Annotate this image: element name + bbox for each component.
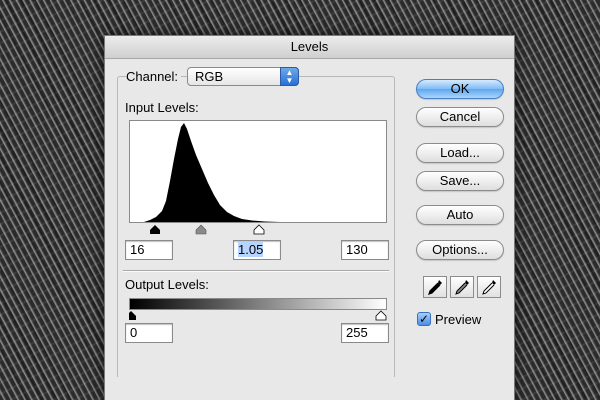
eyedropper-black-icon: [428, 280, 442, 295]
output-white-value: 255: [346, 325, 368, 340]
input-gamma-value: 1.05: [238, 242, 264, 257]
channel-label: Channel:: [126, 69, 182, 84]
histogram: [129, 120, 387, 223]
input-white-field[interactable]: 130: [341, 240, 389, 260]
preview-label: Preview: [435, 312, 482, 327]
white-eyedropper-button[interactable]: [477, 276, 501, 298]
eyedropper-gray-icon: [455, 280, 469, 295]
channel-select[interactable]: RGB ▲ ▼: [187, 67, 299, 86]
input-levels-label: Input Levels:: [125, 100, 199, 115]
cancel-button[interactable]: Cancel: [416, 107, 504, 127]
options-button[interactable]: Options...: [416, 240, 504, 260]
input-white-value: 130: [346, 242, 368, 257]
input-black-value: 16: [130, 242, 145, 257]
gray-eyedropper-button[interactable]: [450, 276, 474, 298]
black-eyedropper-button[interactable]: [423, 276, 447, 298]
checkmark-icon: ✓: [418, 312, 430, 326]
chevron-updown-icon: ▲ ▼: [280, 67, 299, 86]
auto-button[interactable]: Auto: [416, 205, 504, 225]
histogram-graph: [144, 123, 280, 222]
output-levels-label: Output Levels:: [125, 277, 209, 292]
output-gradient-bar: [129, 298, 387, 310]
eyedropper-white-icon: [482, 280, 496, 295]
ok-button[interactable]: OK: [416, 79, 504, 99]
input-gamma-field[interactable]: 1.05: [233, 240, 281, 260]
divider: [123, 270, 389, 272]
output-black-slider-handle: [129, 311, 136, 320]
preview-checkbox[interactable]: ✓: [417, 312, 431, 326]
output-levels-slider[interactable]: [129, 310, 387, 322]
save-button[interactable]: Save...: [416, 171, 504, 191]
output-black-field[interactable]: 0: [125, 323, 173, 343]
input-gamma-slider-handle: [195, 224, 207, 235]
output-white-field[interactable]: 255: [341, 323, 389, 343]
input-black-field[interactable]: 16: [125, 240, 173, 260]
load-button[interactable]: Load...: [416, 143, 504, 163]
output-white-slider-handle: [375, 310, 387, 321]
input-black-slider-handle: [150, 225, 160, 234]
input-levels-slider[interactable]: [129, 223, 387, 235]
output-black-value: 0: [130, 325, 138, 340]
window-title: Levels: [105, 36, 514, 59]
input-white-slider-handle: [253, 224, 265, 235]
levels-dialog: Levels Channel: RGB ▲ ▼ Input Levels: 16 …: [104, 35, 515, 400]
channel-value: RGB: [195, 69, 224, 84]
